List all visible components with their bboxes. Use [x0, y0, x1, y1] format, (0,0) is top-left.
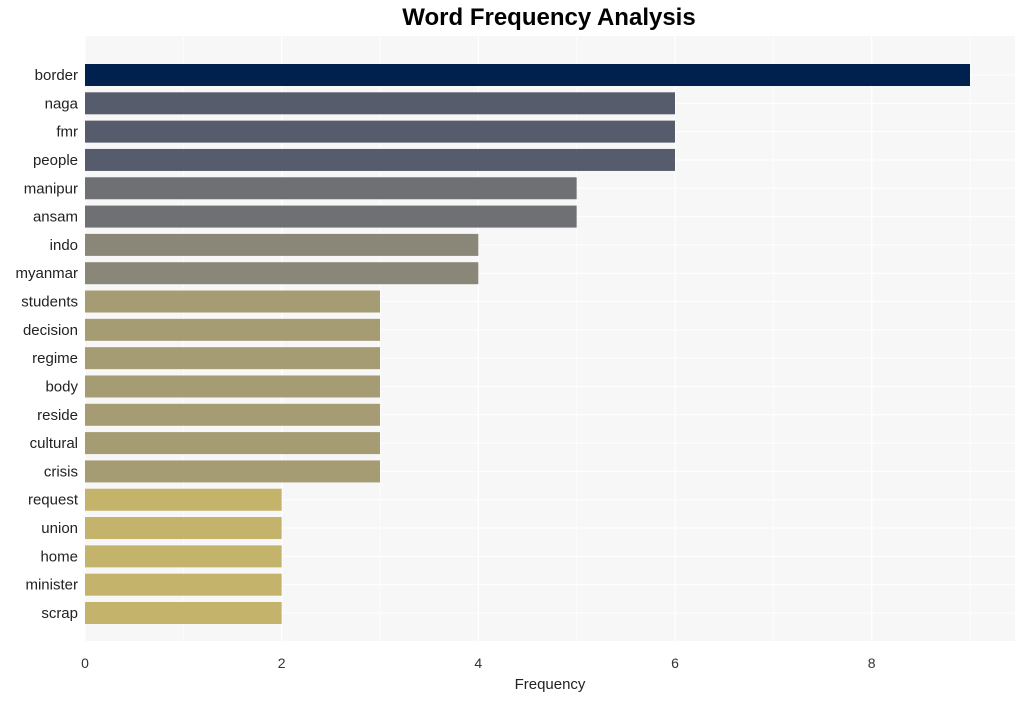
- category-label: decision: [23, 322, 78, 339]
- category-label: manipur: [24, 180, 78, 197]
- category-label: fmr: [56, 124, 78, 141]
- x-tick-label: 8: [868, 655, 876, 671]
- bar-fmr: [85, 120, 675, 143]
- bar-students: [85, 290, 380, 313]
- bar-cultural: [85, 432, 380, 455]
- bar-decision: [85, 318, 380, 341]
- x-tick-labels: 0 2 4 6 8: [81, 655, 876, 671]
- bar-myanmar: [85, 262, 479, 285]
- bar-home: [85, 545, 282, 568]
- category-label: scrap: [41, 605, 78, 622]
- bar-minister: [85, 573, 282, 596]
- bar-indo: [85, 233, 479, 256]
- x-tick-label: 4: [474, 655, 482, 671]
- bar-ansam: [85, 205, 577, 228]
- category-label: cultural: [30, 435, 78, 452]
- category-label: students: [21, 294, 78, 311]
- bar-naga: [85, 92, 675, 115]
- x-tick-label: 6: [671, 655, 679, 671]
- category-label: home: [40, 548, 78, 565]
- bar-regime: [85, 347, 380, 370]
- bar-chart: border naga fmr people manipur ansam indo myanm…: [15, 36, 1015, 693]
- category-label: crisis: [44, 463, 78, 480]
- category-label: indo: [50, 237, 78, 254]
- x-tick-label: 2: [278, 655, 286, 671]
- bar-request: [85, 488, 282, 511]
- bar-border: [85, 64, 970, 86]
- x-axis-title: Frequency: [515, 676, 586, 693]
- category-label: border: [35, 67, 78, 84]
- bar-people: [85, 148, 675, 171]
- x-tick-label: 0: [81, 655, 89, 671]
- bar-reside: [85, 403, 380, 426]
- category-label: reside: [37, 407, 78, 424]
- category-label: myanmar: [15, 265, 78, 282]
- category-label: naga: [45, 95, 79, 112]
- category-labels: border naga fmr people manipur ansam indo myanm…: [15, 67, 78, 622]
- category-label: ansam: [33, 209, 78, 226]
- bar-scrap: [85, 602, 282, 624]
- category-label: request: [28, 492, 79, 509]
- category-label: union: [41, 520, 78, 537]
- category-label: body: [45, 378, 78, 395]
- bar-union: [85, 517, 282, 540]
- category-label: regime: [32, 350, 78, 367]
- bar-crisis: [85, 460, 380, 483]
- category-label: minister: [25, 577, 78, 594]
- bar-body: [85, 375, 380, 398]
- bar-manipur: [85, 177, 577, 200]
- category-label: people: [33, 152, 78, 169]
